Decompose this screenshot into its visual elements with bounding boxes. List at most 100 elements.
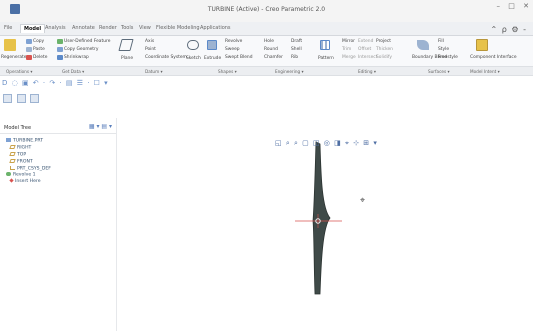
tab-file[interactable]: File (4, 25, 12, 31)
tree-node-insert-here[interactable]: Insert Here (9, 178, 51, 185)
draft-button[interactable]: Draft (291, 39, 302, 44)
folder-browser-tab-icon[interactable] (16, 94, 26, 103)
revolve-icon (6, 172, 11, 177)
title-bar: TURBINE (Active) - Creo Parametric 2.0 –… (0, 0, 533, 22)
extend-button[interactable]: Extend (358, 39, 373, 44)
copy-geometry-icon (57, 47, 63, 52)
sketch-button[interactable]: Sketch (186, 56, 201, 61)
paste-button[interactable]: Paste (33, 47, 45, 52)
model-tree-settings-icon[interactable]: ▦ ▾ ▤ ▾ (89, 123, 112, 130)
plane-button[interactable]: Plane (121, 56, 133, 61)
datum-plane-icon (9, 158, 16, 163)
group-operations[interactable]: Operations ▾ (6, 69, 32, 74)
tab-render[interactable]: Render (99, 25, 117, 31)
paste-icon (26, 47, 32, 52)
copy-button[interactable]: Copy (33, 39, 44, 44)
project-button[interactable]: Project (376, 39, 391, 44)
mirror-button[interactable]: Mirror (342, 39, 355, 44)
tab-applications[interactable]: Applications (200, 25, 231, 31)
model-viewport[interactable] (117, 118, 533, 331)
graphics-window[interactable] (117, 118, 533, 331)
shrinkwrap-button[interactable]: Shrinkwrap (64, 55, 89, 60)
group-get-data[interactable]: Get Data ▾ (62, 69, 84, 74)
swept-blend-button[interactable]: Swept Blend (225, 55, 253, 60)
datum-plane-icon (9, 144, 16, 149)
tab-flexible-modeling[interactable]: Flexible Modeling (156, 25, 200, 31)
model-tree-header: Model Tree ▦ ▾ ▤ ▾ (0, 120, 116, 134)
tab-view[interactable]: View (139, 25, 151, 31)
offset-button[interactable]: Offset (358, 47, 371, 52)
boundary-blend-icon (417, 40, 429, 50)
chamfer-button[interactable]: Chamfer (264, 55, 283, 60)
minimize-icon[interactable]: – (497, 2, 501, 10)
component-interface-button[interactable]: Component Interface (470, 55, 517, 60)
tree-node-csys[interactable]: PRT_CSYS_DEF (10, 165, 51, 172)
group-editing[interactable]: Editing ▾ (358, 69, 376, 74)
model-tree-tab-icon[interactable] (3, 94, 12, 103)
style-button[interactable]: Style (438, 47, 449, 52)
sweep-button[interactable]: Sweep (225, 47, 240, 52)
plane-icon (118, 39, 134, 51)
coordinate-system-icon (10, 165, 15, 170)
delete-button[interactable]: Delete (33, 55, 47, 60)
tab-analysis[interactable]: Analysis (45, 25, 66, 31)
ribbon: Regenerate Copy Paste Delete User-Define… (0, 36, 533, 66)
quick-access-toolbar[interactable]: D ◌ ▣ ↶ · ↷ · ▤ ☰ · ☐ ▾ (2, 79, 109, 87)
merge-button[interactable]: Merge (342, 55, 356, 60)
regenerate-icon[interactable] (4, 39, 16, 51)
navigator-tabs (3, 94, 42, 105)
model-tree-title: Model Tree (4, 125, 32, 131)
pattern-button[interactable]: Pattern (318, 56, 334, 61)
ribbon-group-bar: Operations ▾ Get Data ▾ Datum ▾ Shapes ▾… (0, 66, 533, 76)
group-surfaces[interactable]: Surfaces ▾ (428, 69, 450, 74)
tab-annotate[interactable]: Annotate (72, 25, 95, 31)
close-icon[interactable]: ✕ (523, 2, 529, 10)
trim-button[interactable]: Trim (342, 47, 351, 52)
user-defined-feature-button[interactable]: User-Defined Feature (64, 39, 110, 44)
shrinkwrap-icon (57, 55, 63, 60)
point-button[interactable]: Point (145, 47, 156, 52)
hole-button[interactable]: Hole (264, 39, 274, 44)
favorites-tab-icon[interactable] (30, 94, 40, 103)
group-engineering[interactable]: Engineering ▾ (275, 69, 304, 74)
tree-node-label: TURBINE.PRT (13, 138, 44, 144)
tree-node-part[interactable]: TURBINE.PRT (6, 138, 51, 144)
view-toolbar[interactable]: ◱ ⌕ ⌕ ▢ ◫ ◎ ◨ ⌖ ⊹ ⊞ ▾ (275, 139, 378, 148)
tree-node-top[interactable]: TOP (9, 151, 51, 158)
mouse-cursor-icon: ⌖ (360, 196, 366, 206)
udf-icon (57, 39, 63, 44)
group-datum[interactable]: Datum ▾ (145, 69, 163, 74)
tab-model[interactable]: Model (20, 24, 46, 33)
group-model-intent[interactable]: Model Intent ▾ (470, 69, 500, 74)
extrude-icon (207, 40, 217, 50)
shell-button[interactable]: Shell (291, 47, 302, 52)
maximize-icon[interactable]: □ (508, 2, 515, 10)
fill-button[interactable]: Fill (438, 39, 444, 44)
insert-here-icon (9, 178, 14, 183)
tree-node-label: TOP (17, 152, 27, 158)
tree-node-front[interactable]: FRONT (9, 158, 51, 164)
tab-tools[interactable]: Tools (121, 25, 133, 31)
freestyle-button[interactable]: Freestyle (438, 55, 458, 60)
thicken-button[interactable]: Thicken (376, 47, 393, 52)
intersect-button[interactable]: Intersect (358, 55, 377, 60)
solidify-button[interactable]: Solidify (376, 55, 392, 60)
copy-geometry-button[interactable]: Copy Geometry (64, 47, 98, 52)
extrude-button[interactable]: Extrude (204, 56, 221, 61)
delete-icon (26, 55, 32, 60)
round-button[interactable]: Round (264, 47, 278, 52)
tree-node-label: Insert Here (15, 179, 41, 185)
rib-button[interactable]: Rib (291, 55, 298, 60)
tree-node-label: Revolve 1 (13, 172, 36, 178)
tree-node-right[interactable]: RIGHT (9, 144, 51, 150)
regenerate-button[interactable]: Regenerate (1, 55, 26, 60)
tree-node-revolve[interactable]: Revolve 1 (6, 172, 51, 178)
turbine-blade[interactable] (312, 141, 331, 295)
tree-node-label: PRT_CSYS_DEF (17, 166, 51, 172)
revolve-button[interactable]: Revolve (225, 39, 242, 44)
group-shapes[interactable]: Shapes ▾ (218, 69, 237, 74)
model-tree: TURBINE.PRT RIGHT TOP FRONT PRT_CSYS_DEF… (6, 138, 51, 186)
coordinate-system-button[interactable]: Coordinate System (145, 55, 187, 60)
axis-button[interactable]: Axis (145, 39, 154, 44)
ribbon-right-icons[interactable]: ⌃ ρ ⚙ - (491, 25, 527, 34)
